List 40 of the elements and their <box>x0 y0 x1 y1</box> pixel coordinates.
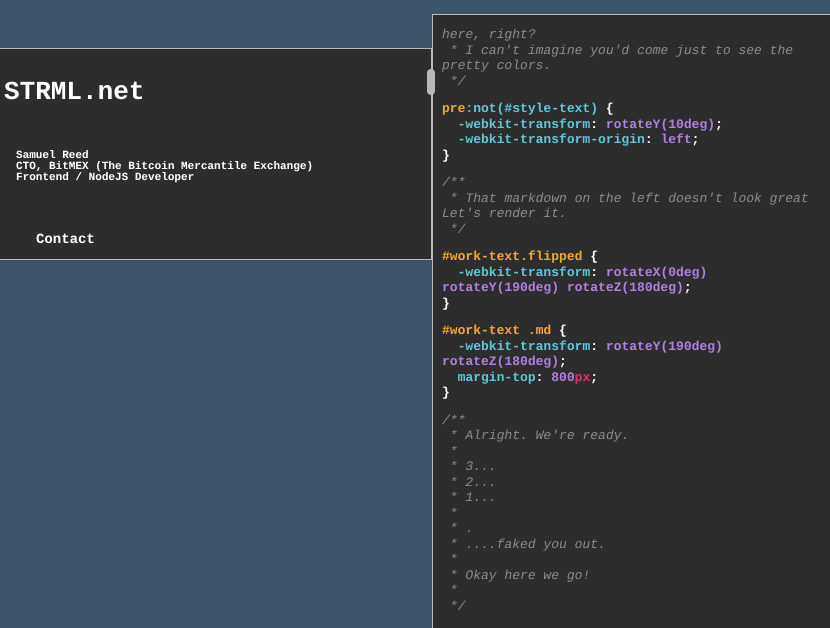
code-comment: * <box>448 583 458 598</box>
code-comment: * . <box>448 521 474 536</box>
code-line: } <box>442 385 450 400</box>
scrollbar-thumb[interactable] <box>427 69 435 95</box>
code-comment: */ <box>448 222 466 237</box>
profile-line: CTO, BitMEX (The Bitcoin Mercantile Exchange) <box>16 162 314 173</box>
code-line: pre:not(#style-text) { <box>442 101 614 116</box>
code-line: -webkit-transform: rotateX(0deg) <box>456 264 708 280</box>
code-comment: * I can't imagine you'd come just to see the <box>448 42 794 58</box>
profile-line: Samuel Reed <box>16 151 90 162</box>
code-comment: * 1... <box>448 490 497 506</box>
code-comment: /** <box>442 412 466 428</box>
site-title: STRML.net <box>4 77 144 107</box>
code-line: #work-text.flipped { <box>442 249 598 264</box>
profile-line: Frontend / NodeJS Developer <box>16 173 196 184</box>
code-line: #work-text .md { <box>442 323 567 338</box>
code-comment: Let's render it. <box>442 206 567 222</box>
code-comment: pretty colors. <box>442 58 552 74</box>
code-line: -webkit-transform: rotateY(10deg); <box>456 116 723 132</box>
code-comment: * Alright. We're ready. <box>448 428 630 444</box>
code-line: rotateZ(180deg); <box>442 354 567 370</box>
code-line: margin-top: 800px; <box>456 370 598 385</box>
code-comment: * <box>448 552 458 568</box>
code-comment: * <box>448 444 458 459</box>
code-line: } <box>442 296 450 311</box>
code-line: -webkit-transform-origin: left; <box>456 132 700 148</box>
code-comment: * <box>448 506 458 521</box>
contact-link[interactable]: Contact <box>36 232 95 248</box>
code-comment: * 2... <box>448 474 497 490</box>
code-line: } <box>442 148 450 163</box>
code-comment: /** <box>442 175 466 190</box>
code-comment: * Okay here we go! <box>448 568 590 583</box>
code-comment: * ....faked you out. <box>448 536 606 552</box>
code-line: -webkit-transform: rotateY(190deg) <box>456 338 723 354</box>
code-comment: */ <box>448 598 466 614</box>
code-comment: here, right? <box>442 27 536 42</box>
code-comment: */ <box>448 74 466 89</box>
code-line: rotateY(190deg) rotateZ(180deg); <box>442 280 692 296</box>
code-comment: * 3... <box>448 459 497 474</box>
code-comment: * That markdown on the left doesn't look great <box>448 190 809 206</box>
